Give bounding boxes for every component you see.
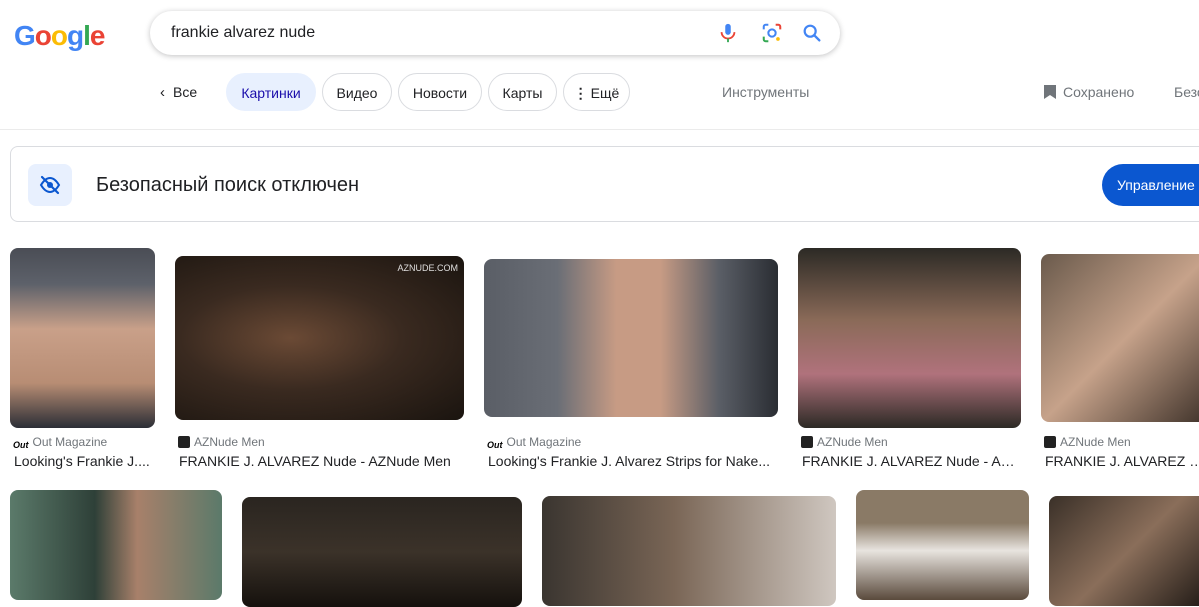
out-magazine-favicon-icon: Out — [13, 440, 29, 450]
result-thumbnail[interactable] — [542, 496, 836, 606]
result-title[interactable]: Looking's Frankie J.... — [14, 453, 156, 469]
bookmark-icon — [1044, 85, 1056, 99]
result-thumbnail[interactable] — [798, 248, 1021, 428]
tab-maps[interactable]: Карты — [488, 73, 557, 111]
result-thumbnail[interactable]: AZNUDE.COM — [175, 256, 464, 420]
safesearch-banner: Безопасный поиск отключен Управление — [10, 146, 1199, 222]
manage-safesearch-button[interactable]: Управление — [1102, 164, 1199, 206]
result-thumbnail[interactable] — [1049, 496, 1199, 606]
search-icon[interactable] — [801, 22, 823, 44]
result-thumbnail[interactable] — [1041, 254, 1199, 422]
result-title[interactable]: FRANKIE J. ALVAREZ Nude - AZ... — [802, 453, 1020, 469]
aznude-favicon-icon — [1044, 436, 1056, 448]
result-source[interactable]: AZNude Men — [801, 435, 888, 449]
result-thumbnail[interactable] — [10, 248, 155, 428]
search-box[interactable]: frankie alvarez nude — [150, 11, 840, 55]
result-thumbnail[interactable] — [10, 490, 222, 600]
search-tabs: ‹ Все Картинки Видео Новости Карты ⋮ Ещё И… — [0, 73, 1199, 113]
aznude-favicon-icon — [801, 436, 813, 448]
tools-button[interactable]: Инструменты — [722, 73, 809, 111]
result-title[interactable]: FRANKIE J. ALVAREZ Nude - AZNude Men — [179, 453, 464, 469]
aznude-favicon-icon — [178, 436, 190, 448]
header-divider — [0, 129, 1199, 130]
lens-icon[interactable] — [761, 22, 783, 44]
google-logo[interactable]: Google — [14, 20, 105, 52]
result-source[interactable]: Out Out Magazine — [487, 435, 581, 452]
visibility-off-icon — [28, 164, 72, 206]
out-magazine-favicon-icon: Out — [487, 440, 503, 450]
safesearch-message: Безопасный поиск отключен — [96, 174, 360, 196]
tab-news[interactable]: Новости — [398, 73, 482, 111]
result-source[interactable]: AZNude Men — [178, 435, 265, 449]
microphone-icon[interactable] — [717, 22, 739, 44]
safesearch-link[interactable]: Безо — [1174, 73, 1199, 111]
tab-more[interactable]: ⋮ Ещё — [563, 73, 630, 111]
tab-all[interactable]: ‹ Все — [160, 73, 197, 111]
result-title[interactable]: FRANKIE J. ALVAREZ Nu — [1045, 453, 1199, 469]
chevron-left-icon: ‹ — [160, 84, 165, 101]
saved-link[interactable]: Сохранено — [1043, 73, 1134, 111]
more-vert-icon: ⋮ — [573, 85, 588, 101]
result-thumbnail[interactable] — [484, 259, 778, 417]
result-thumbnail[interactable] — [856, 490, 1029, 600]
search-input[interactable]: frankie alvarez nude — [171, 24, 315, 42]
result-source[interactable]: Out Out Magazine — [13, 435, 107, 452]
watermark: AZNUDE.COM — [397, 263, 459, 273]
result-source[interactable]: AZNude Men — [1044, 435, 1131, 449]
tab-images[interactable]: Картинки — [226, 73, 316, 111]
tab-video[interactable]: Видео — [322, 73, 392, 111]
result-title[interactable]: Looking's Frankie J. Alvarez Strips for … — [488, 453, 778, 469]
